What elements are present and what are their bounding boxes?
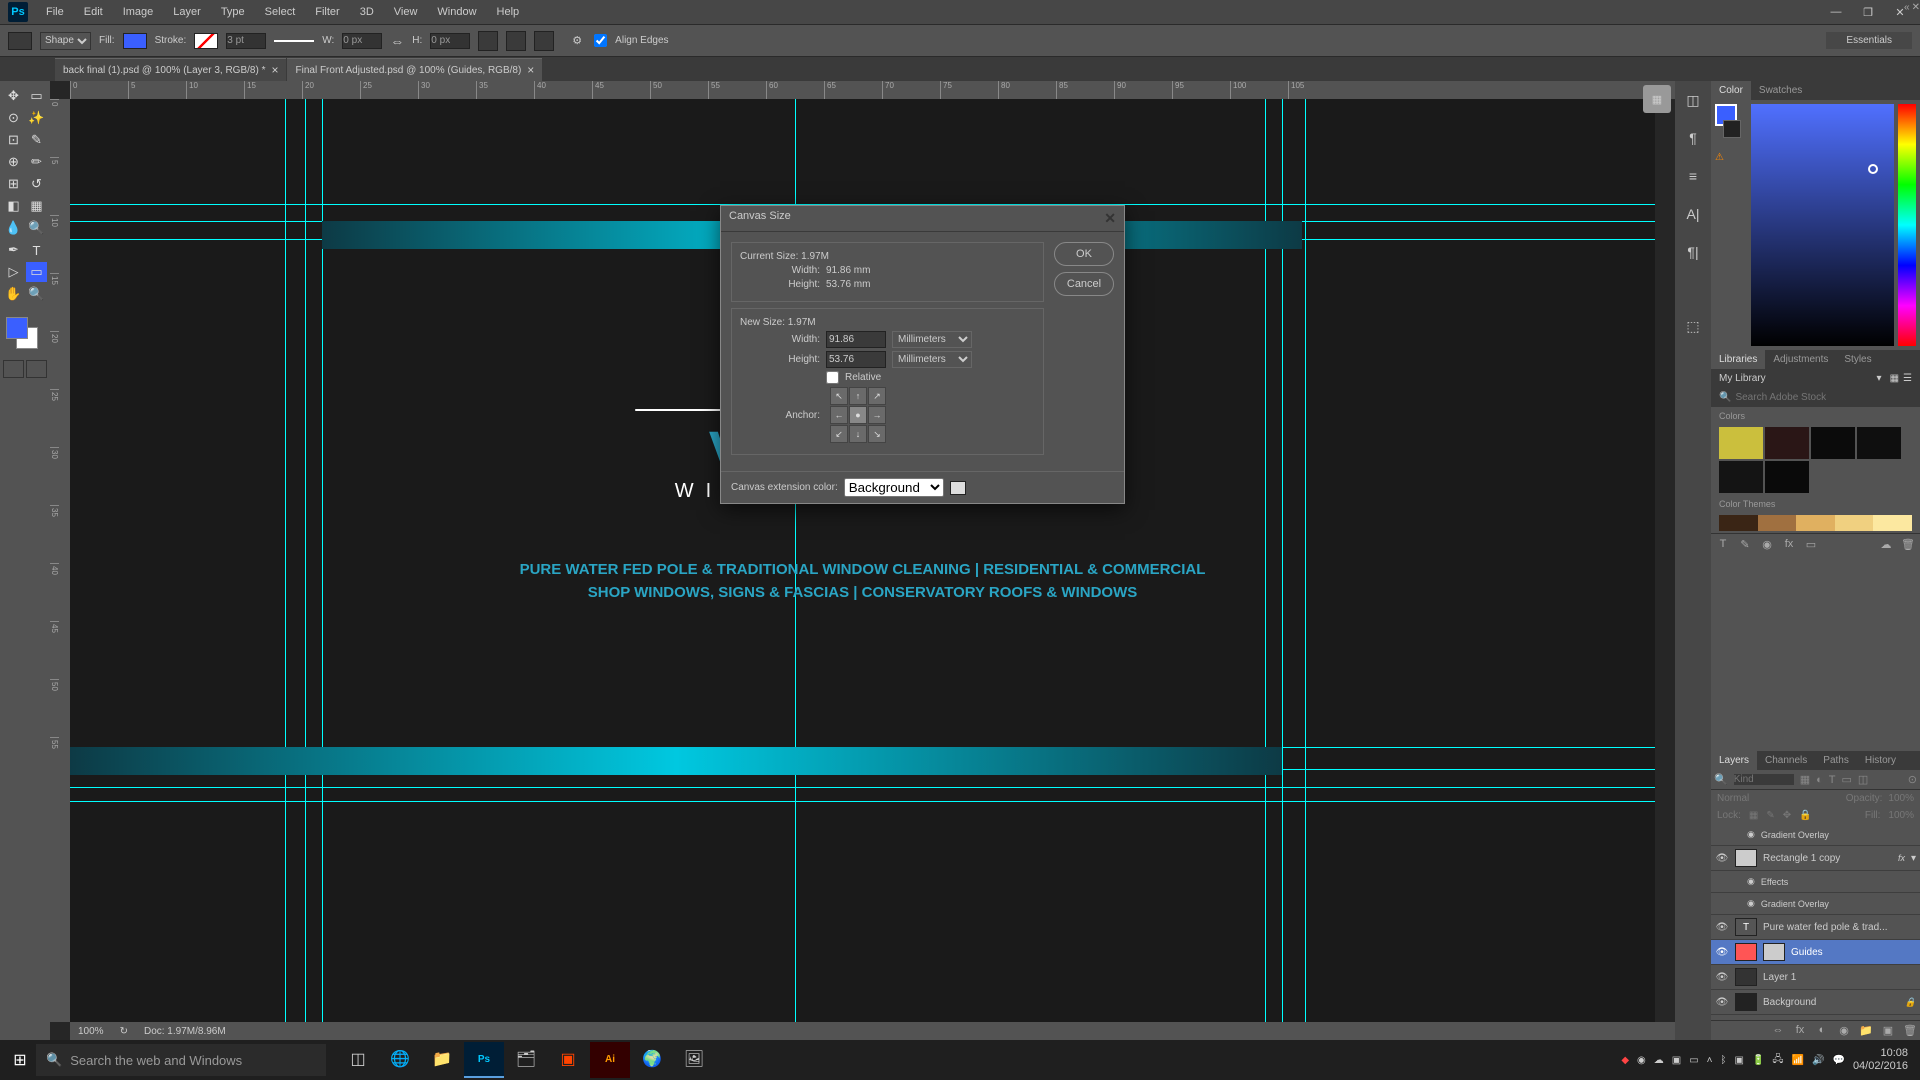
height-units-select[interactable]: Millimeters bbox=[892, 351, 972, 368]
tray-icon[interactable]: ◆ bbox=[1621, 1055, 1629, 1066]
width-units-select[interactable]: Millimeters bbox=[892, 331, 972, 348]
canvas-size-dialog: Canvas Size ✕ Current Size: 1.97M Width: 9… bbox=[720, 205, 1125, 504]
tray-icon[interactable]: ▣ bbox=[1735, 1055, 1744, 1066]
current-width-value: 91.86 mm bbox=[826, 265, 870, 276]
anchor-n[interactable]: ↑ bbox=[849, 387, 867, 405]
anchor-center[interactable]: ● bbox=[849, 406, 867, 424]
anchor-grid: ↖↑↗ ←●→ ↙↓↘ bbox=[830, 387, 886, 443]
anchor-label: Anchor: bbox=[740, 410, 820, 421]
app-icon[interactable]: 🌍 bbox=[632, 1042, 672, 1078]
photoshop-taskbar-icon[interactable]: Ps bbox=[464, 1042, 504, 1078]
task-view-icon[interactable]: ◫ bbox=[338, 1042, 378, 1078]
battery-icon[interactable]: 🔋 bbox=[1752, 1055, 1764, 1066]
bluetooth-icon[interactable]: ᛒ bbox=[1721, 1055, 1727, 1066]
dialog-title: Canvas Size bbox=[729, 210, 791, 227]
volume-icon[interactable]: 🔊 bbox=[1812, 1055, 1824, 1066]
new-width-input[interactable] bbox=[826, 331, 886, 348]
ok-button[interactable]: OK bbox=[1054, 242, 1114, 266]
wifi-icon[interactable]: 📶 bbox=[1792, 1055, 1804, 1066]
windows-taskbar: ⊞ 🔍Search the web and Windows ◫ 🌐 📁 Ps 🗂… bbox=[0, 1040, 1920, 1080]
tray-expand-icon[interactable]: ˄ bbox=[1707, 1055, 1713, 1066]
file-explorer-icon[interactable]: 📁 bbox=[422, 1042, 462, 1078]
new-size-label: New Size: 1.97M bbox=[740, 317, 1035, 328]
new-width-label: Width: bbox=[740, 334, 820, 345]
chrome-icon[interactable]: 🌐 bbox=[380, 1042, 420, 1078]
app-icon[interactable]: 🗂 bbox=[506, 1042, 546, 1078]
current-size-label: Current Size: 1.97M bbox=[740, 251, 1035, 262]
extension-color-label: Canvas extension color: bbox=[731, 482, 838, 493]
current-height-label: Height: bbox=[740, 279, 820, 290]
taskbar-search[interactable]: 🔍Search the web and Windows bbox=[36, 1044, 326, 1076]
anchor-ne[interactable]: ↗ bbox=[868, 387, 886, 405]
relative-label: Relative bbox=[845, 372, 881, 383]
anchor-w[interactable]: ← bbox=[830, 406, 848, 424]
tray-icon[interactable]: ☁ bbox=[1654, 1055, 1664, 1066]
anchor-e[interactable]: → bbox=[868, 406, 886, 424]
current-height-value: 53.76 mm bbox=[826, 279, 870, 290]
anchor-sw[interactable]: ↙ bbox=[830, 425, 848, 443]
dialog-close-icon[interactable]: ✕ bbox=[1104, 210, 1116, 227]
extension-color-select[interactable]: Background bbox=[844, 478, 944, 497]
new-height-label: Height: bbox=[740, 354, 820, 365]
illustrator-icon[interactable]: Ai bbox=[590, 1042, 630, 1078]
start-button[interactable]: ⊞ bbox=[4, 1044, 36, 1076]
cancel-button[interactable]: Cancel bbox=[1054, 272, 1114, 296]
relative-checkbox[interactable] bbox=[826, 371, 839, 384]
anchor-nw[interactable]: ↖ bbox=[830, 387, 848, 405]
network-icon[interactable]: 🖧 bbox=[1772, 1052, 1783, 1069]
anchor-se[interactable]: ↘ bbox=[868, 425, 886, 443]
tray-icon[interactable]: ▭ bbox=[1689, 1055, 1698, 1066]
current-width-label: Width: bbox=[740, 265, 820, 276]
app-icon[interactable]: ▣ bbox=[548, 1042, 588, 1078]
tray-icon[interactable]: ▣ bbox=[1672, 1055, 1681, 1066]
tray-icon[interactable]: ◉ bbox=[1637, 1055, 1646, 1066]
app-icon[interactable]: 🖼 bbox=[674, 1042, 714, 1078]
anchor-s[interactable]: ↓ bbox=[849, 425, 867, 443]
new-height-input[interactable] bbox=[826, 351, 886, 368]
search-icon: 🔍 bbox=[46, 1052, 62, 1068]
dialog-overlay: Canvas Size ✕ Current Size: 1.97M Width: 9… bbox=[0, 0, 1920, 1080]
taskbar-clock[interactable]: 10:0804/02/2016 bbox=[1853, 1047, 1908, 1073]
extension-color-swatch[interactable] bbox=[950, 481, 966, 495]
notifications-icon[interactable]: 💬 bbox=[1832, 1055, 1844, 1066]
